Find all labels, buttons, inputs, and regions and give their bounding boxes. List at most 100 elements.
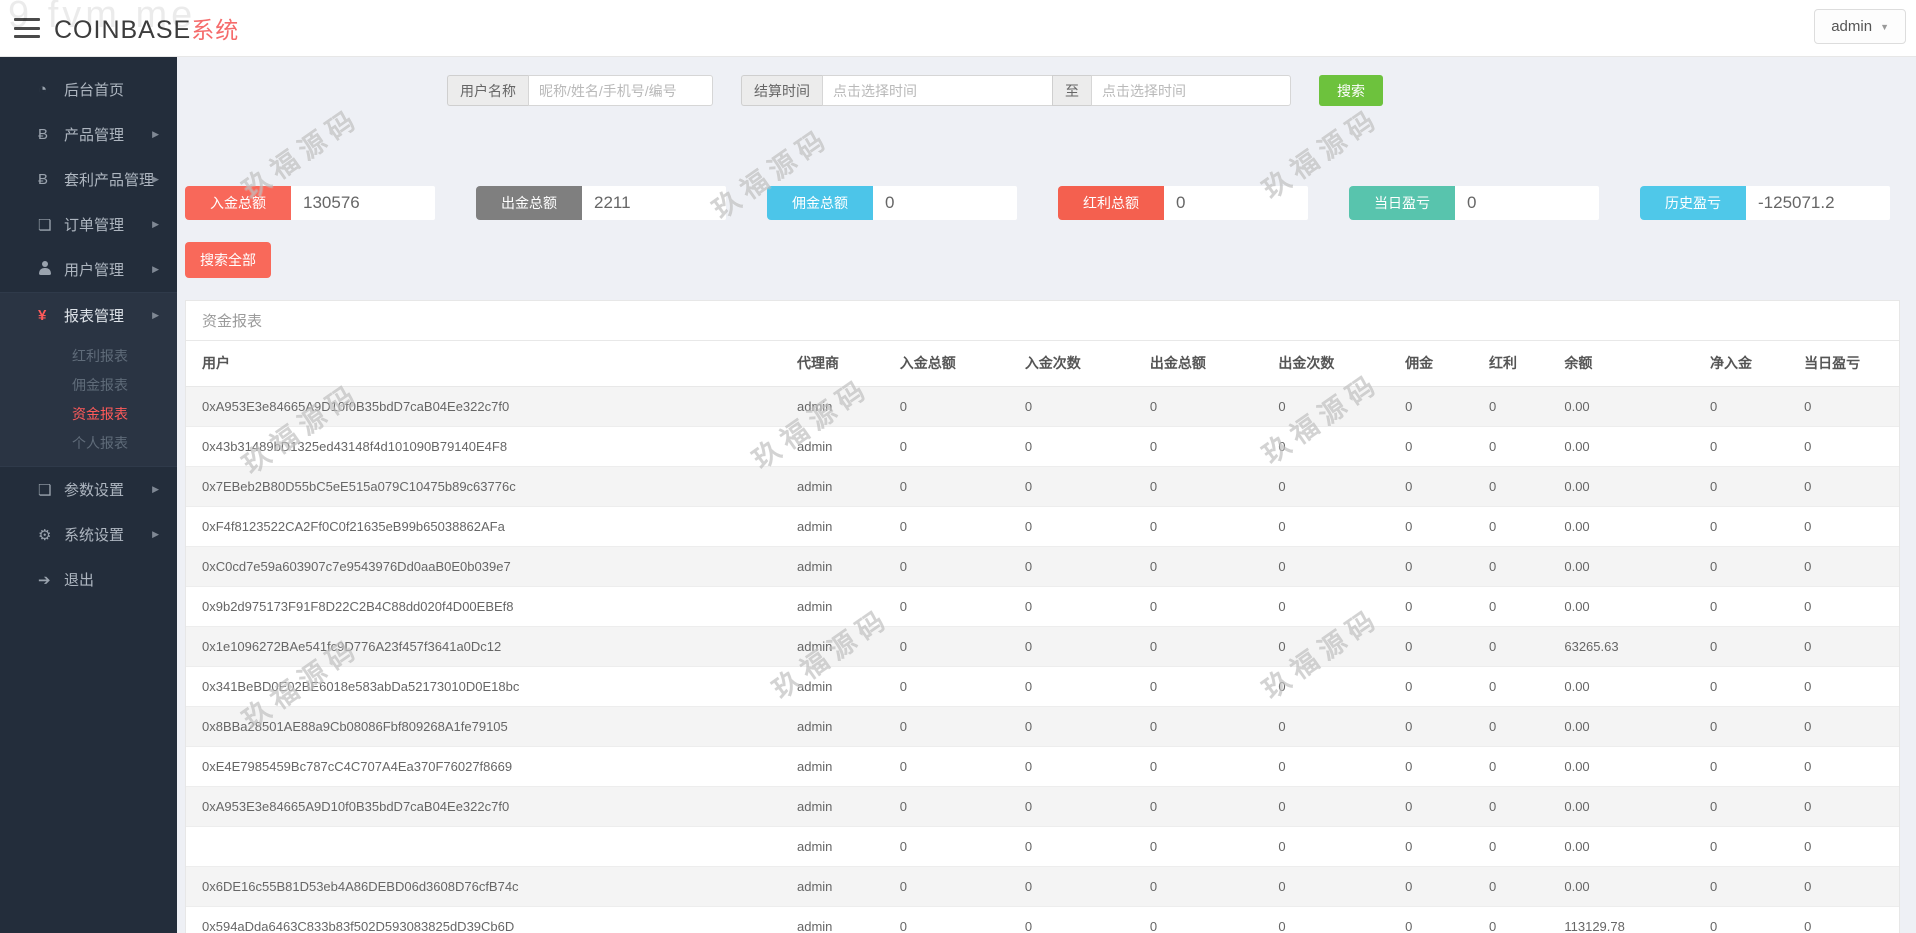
sidebar-item-arbitrage-products[interactable]: Ƀ 套利产品管理 ▶ — [0, 157, 177, 202]
table-cell: 0 — [1481, 386, 1557, 427]
chevron-right-icon: ▶ — [152, 129, 159, 139]
table-cell: 0 — [1270, 466, 1398, 507]
sidebar-item-label: 报表管理 — [64, 308, 125, 325]
table-cell: 0.00 — [1556, 786, 1702, 827]
sidebar-item-products[interactable]: Ƀ 产品管理 ▶ — [0, 112, 177, 157]
sidebar-item-orders[interactable]: ❏ 订单管理 ▶ — [0, 202, 177, 247]
table-cell: 63265.63 — [1556, 626, 1702, 667]
table-cell: 0 — [1481, 906, 1557, 933]
sidebar-submenu-reports: 红利报表 佣金报表 资金报表 个人报表 — [0, 338, 177, 466]
table-cell: 0 — [1397, 506, 1481, 547]
table-cell: 0 — [1141, 426, 1271, 467]
sidebar-subitem-report[interactable]: 红利报表 — [0, 342, 177, 371]
table-cell: 0 — [1016, 826, 1142, 867]
table-cell: 0 — [1796, 426, 1899, 467]
table-cell: 0 — [1141, 866, 1271, 907]
table-cell: 0x8BBa28501AE88a9Cb08086Fbf809268A1fe791… — [186, 706, 789, 747]
table-cell: 0 — [1397, 386, 1481, 427]
table-cell: 0 — [1796, 626, 1899, 667]
funds-report-panel: 资金报表 用户 代理商 入金总额 入金次数 出金总额 出金次数 佣金 红利 余额 净入金 当日盈亏 … — [185, 300, 1900, 933]
sidebar-item-label: 参数设置 — [64, 482, 125, 499]
main-content: 用户名称 结算时间 至 搜索 入金总额130576出金总额2211佣金总额0红利… — [177, 57, 1916, 933]
table-cell: 0.00 — [1556, 386, 1702, 427]
table-row: 0x9b2d975173F91F8D22C2B4C88dd020f4D00EBE… — [186, 586, 1899, 627]
table-cell: 0 — [1016, 626, 1142, 667]
table-cell: 0 — [1016, 666, 1142, 707]
sidebar-subitem-report[interactable]: 个人报表 — [0, 429, 177, 458]
table-cell: 0 — [1481, 706, 1557, 747]
table-row: 0xA953E3e84665A9D10f0B35bdD7caB04Ee322c7… — [186, 386, 1899, 427]
table-cell: 0.00 — [1556, 866, 1702, 907]
user-icon — [38, 260, 64, 279]
time-end-input[interactable] — [1091, 75, 1291, 106]
table-cell: 0 — [1796, 826, 1899, 867]
sidebar-item-label: 产品管理 — [64, 127, 125, 144]
table-cell: 0 — [1397, 426, 1481, 467]
table-cell: 0 — [1397, 866, 1481, 907]
table-cell: 0 — [1796, 666, 1899, 707]
table-cell: 0 — [1481, 826, 1557, 867]
table-row: 0x8BBa28501AE88a9Cb08086Fbf809268A1fe791… — [186, 706, 1899, 747]
hamburger-menu-icon[interactable] — [14, 18, 40, 38]
user-menu-dropdown[interactable]: admin ▼ — [1814, 9, 1906, 44]
chevron-right-icon: ▶ — [152, 484, 159, 494]
sidebar-group-reports: ¥ 报表管理 ▶ 红利报表 佣金报表 资金报表 个人报表 — [0, 292, 177, 467]
search-all-button[interactable]: 搜索全部 — [185, 242, 271, 278]
column-header: 佣金 — [1397, 341, 1481, 387]
sidebar-item-label: 退出 — [64, 572, 95, 589]
table-cell: 0 — [1796, 386, 1899, 427]
document-icon: ❏ — [38, 481, 52, 499]
brand-suffix: 系统 — [191, 17, 240, 43]
table-cell: 0xC0cd7e59a603907c7e9543976Dd0aaB0E0b039… — [186, 546, 789, 587]
stat-value: 0 — [1164, 186, 1308, 220]
sidebar-subitem-report[interactable]: 佣金报表 — [0, 371, 177, 400]
table-cell: 0 — [1481, 626, 1557, 667]
table-cell: 0 — [1141, 906, 1271, 933]
sidebar-item-label: 用户管理 — [64, 262, 125, 279]
table-cell: admin — [789, 586, 892, 627]
column-header: 红利 — [1481, 341, 1557, 387]
sidebar-item-label: 套利产品管理 — [64, 172, 155, 189]
table-header-row: 用户 代理商 入金总额 入金次数 出金总额 出金次数 佣金 红利 余额 净入金 当日盈亏 — [186, 341, 1899, 387]
table-cell: 0 — [1270, 826, 1398, 867]
table-cell: 0x341BeBD0E02BE6018e583abDa52173010D0E18… — [186, 666, 789, 707]
table-cell: 0 — [1796, 466, 1899, 507]
stat-label: 当日盈亏 — [1349, 186, 1455, 220]
username-input[interactable] — [528, 75, 713, 106]
time-start-input[interactable] — [822, 75, 1052, 106]
sidebar-item-label: 订单管理 — [64, 217, 125, 234]
table-cell: 0 — [1270, 586, 1398, 627]
table-cell: 0 — [1397, 666, 1481, 707]
sidebar-item-logout[interactable]: ➔ 退出 — [0, 557, 177, 602]
top-bar: 9 fvm me COINBASE系统 admin ▼ — [0, 0, 1916, 57]
table-cell: 0 — [1796, 786, 1899, 827]
sidebar-subitem-active[interactable]: 资金报表 — [0, 400, 177, 429]
table-cell: 0 — [891, 626, 1017, 667]
table-cell: 0 — [1397, 706, 1481, 747]
sidebar-item-parameters[interactable]: ❏ 参数设置 ▶ — [0, 467, 177, 512]
table-cell: 0 — [1270, 746, 1398, 787]
sidebar-item-dashboard[interactable]: ◔ 后台首页 — [0, 67, 177, 112]
table-cell: 0 — [1701, 706, 1797, 747]
table-cell: 0.00 — [1556, 746, 1702, 787]
stat-label: 红利总额 — [1058, 186, 1164, 220]
table-cell: 0 — [1270, 906, 1398, 933]
table-cell: 0 — [891, 466, 1017, 507]
stat-value: 2211 — [582, 186, 726, 220]
gear-icon: ⚙ — [38, 526, 52, 544]
table-cell: 0xA953E3e84665A9D10f0B35bdD7caB04Ee322c7… — [186, 786, 789, 827]
column-header: 出金次数 — [1270, 341, 1398, 387]
brand-text: COINBASE — [54, 16, 192, 44]
chevron-down-icon: ▼ — [1880, 21, 1889, 32]
chevron-right-icon: ▶ — [152, 219, 159, 229]
sidebar-item-users[interactable]: 用户管理 ▶ — [0, 247, 177, 292]
table-cell: 113129.78 — [1556, 906, 1702, 933]
sidebar-item-system-settings[interactable]: ⚙ 系统设置 ▶ — [0, 512, 177, 557]
table-cell: 0 — [1481, 426, 1557, 467]
table-cell: 0.00 — [1556, 706, 1702, 747]
table-cell: 0 — [891, 586, 1017, 627]
search-button[interactable]: 搜索 — [1319, 75, 1383, 106]
table-cell: 0 — [1141, 546, 1271, 587]
sidebar-item-reports[interactable]: ¥ 报表管理 ▶ — [0, 293, 177, 338]
sidebar-item-label: 后台首页 — [64, 82, 125, 99]
